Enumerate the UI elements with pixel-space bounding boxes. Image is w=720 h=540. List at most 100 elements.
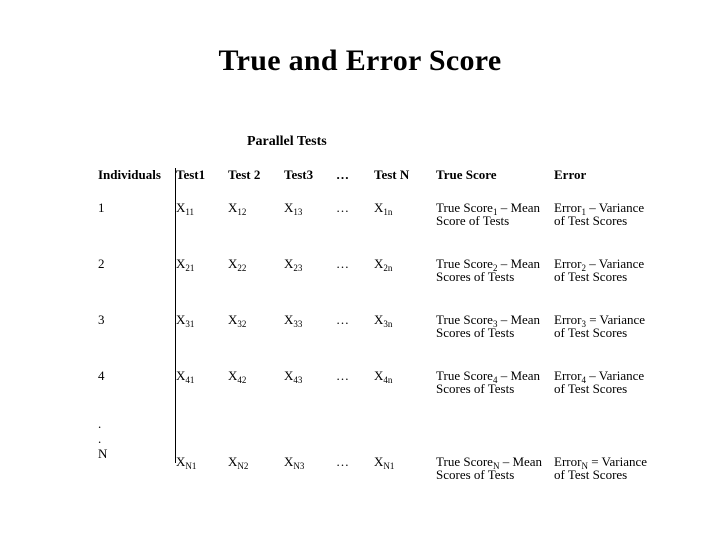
- x-symbol: X: [284, 256, 294, 271]
- x-symbol: X: [228, 200, 238, 215]
- column-header-testn: Test N: [374, 167, 410, 182]
- cell-testn: XN1: [374, 417, 436, 503]
- error-subscript: 2: [581, 263, 586, 273]
- x-symbol: X: [374, 200, 384, 215]
- cell-true-score: True Score1 – Mean Score of Tests: [436, 193, 554, 249]
- cell-testn: X3n: [374, 305, 436, 361]
- x-subscript: 23: [293, 263, 303, 273]
- x-symbol: X: [284, 200, 294, 215]
- x-subscript: N3: [293, 461, 305, 471]
- x-subscript: 3n: [383, 319, 393, 329]
- table-row: . . N XN1 XN2 XN3 … XN1 True ScoreN – Me…: [98, 416, 658, 503]
- true-error-score-table: Individuals Test1 Test 2 Test3 … Test N …: [98, 168, 658, 503]
- x-symbol: X: [176, 312, 186, 327]
- cell-ellipsis: …: [336, 368, 351, 383]
- cell-true-score: True Score2 – Mean Scores of Tests: [436, 249, 554, 305]
- table-row: 2 X21 X22 X23 … X2n True Score2 – Mean S…: [98, 249, 658, 305]
- x-subscript: 43: [293, 375, 303, 385]
- table-row: 3 X31 X32 X33 … X3n True Score3 – Mean S…: [98, 305, 658, 361]
- cell-individual: 1: [98, 200, 105, 215]
- x-subscript: N1: [185, 461, 197, 471]
- cell-test3: X23: [284, 249, 336, 305]
- x-subscript: 2n: [383, 263, 393, 273]
- column-header-ellipsis: …: [336, 167, 349, 182]
- column-header-test3: Test3: [284, 167, 314, 182]
- x-subscript: 12: [237, 207, 247, 217]
- cell-test1: X21: [176, 249, 228, 305]
- cell-error: Error4 – Variance of Test Scores: [554, 361, 658, 417]
- error-subscript: 3: [581, 319, 586, 329]
- true-score-subscript: 2: [492, 263, 498, 273]
- true-score-subscript: 1: [492, 207, 498, 217]
- x-subscript: 32: [237, 319, 247, 329]
- column-header-error: Error: [554, 167, 587, 182]
- x-subscript: N2: [237, 461, 249, 471]
- x-subscript: 21: [185, 263, 195, 273]
- cell-test1: X31: [176, 305, 228, 361]
- cell-individual-dot1: .: [98, 416, 102, 431]
- cell-test1: X11: [176, 193, 228, 249]
- cell-true-score: True ScoreN – Mean Scores of Tests: [436, 417, 554, 503]
- x-subscript: 4n: [383, 375, 393, 385]
- cell-error: ErrorN = Variance of Test Scores: [554, 417, 658, 503]
- table-row: 4 X41 X42 X43 … X4n True Score4 – Mean S…: [98, 361, 658, 417]
- error-subscript: N: [581, 461, 588, 471]
- x-symbol: X: [176, 454, 186, 469]
- true-score-subscript: 3: [492, 319, 498, 329]
- column-header-individuals: Individuals: [98, 167, 161, 182]
- parallel-tests-label: Parallel Tests: [247, 134, 327, 149]
- cell-error: Error1 – Variance of Test Scores: [554, 193, 658, 249]
- x-symbol: X: [176, 368, 186, 383]
- x-subscript: 42: [237, 375, 247, 385]
- x-subscript: 33: [293, 319, 303, 329]
- x-symbol: X: [374, 454, 384, 469]
- cell-ellipsis: …: [336, 454, 351, 469]
- cell-test1: X41: [176, 361, 228, 417]
- table-header-row: Individuals Test1 Test 2 Test3 … Test N …: [98, 168, 658, 181]
- x-symbol: X: [374, 312, 384, 327]
- table-row: 1 X11 X12 X13 … X1n True Score1 – Mean S…: [98, 193, 658, 249]
- error-subscript: 4: [581, 375, 586, 385]
- cell-test3: X43: [284, 361, 336, 417]
- true-score-subscript: N: [492, 461, 500, 471]
- column-header-test2: Test 2: [228, 167, 261, 182]
- cell-testn: X4n: [374, 361, 436, 417]
- x-symbol: X: [228, 454, 238, 469]
- cell-true-score: True Score4 – Mean Scores of Tests: [436, 361, 554, 417]
- x-subscript: N1: [383, 461, 395, 471]
- cell-test2: XN2: [228, 417, 284, 503]
- x-subscript: 22: [237, 263, 247, 273]
- cell-test2: X22: [228, 249, 284, 305]
- cell-true-score: True Score3 – Mean Scores of Tests: [436, 305, 554, 361]
- cell-individual: 3: [98, 312, 105, 327]
- x-symbol: X: [176, 200, 186, 215]
- cell-test3: X13: [284, 193, 336, 249]
- cell-ellipsis: …: [336, 200, 351, 215]
- x-subscript: 11: [185, 207, 195, 217]
- cell-individual-n: N: [98, 445, 108, 461]
- x-subscript: 13: [293, 207, 303, 217]
- cell-test1: XN1: [176, 417, 228, 503]
- cell-error: Error3 = Variance of Test Scores: [554, 305, 658, 361]
- x-symbol: X: [284, 454, 294, 469]
- cell-individual: 2: [98, 256, 105, 271]
- cell-individual: 4: [98, 368, 105, 383]
- x-subscript: 31: [185, 319, 195, 329]
- cell-individual: . . N: [98, 416, 176, 503]
- page-title: True and Error Score: [218, 44, 502, 77]
- column-header-test1: Test1: [176, 167, 206, 182]
- cell-test3: X33: [284, 305, 336, 361]
- cell-test2: X32: [228, 305, 284, 361]
- cell-error: Error2 – Variance of Test Scores: [554, 249, 658, 305]
- cell-ellipsis: …: [336, 312, 351, 327]
- x-symbol: X: [228, 368, 238, 383]
- x-symbol: X: [176, 256, 186, 271]
- column-header-true-score: True Score: [436, 167, 497, 182]
- cell-test2: X12: [228, 193, 284, 249]
- x-subscript: 41: [185, 375, 195, 385]
- cell-test3: XN3: [284, 417, 336, 503]
- x-symbol: X: [374, 368, 384, 383]
- x-subscript: 1n: [383, 207, 393, 217]
- cell-individual-dot2: .: [98, 430, 102, 446]
- error-subscript: 1: [581, 207, 586, 217]
